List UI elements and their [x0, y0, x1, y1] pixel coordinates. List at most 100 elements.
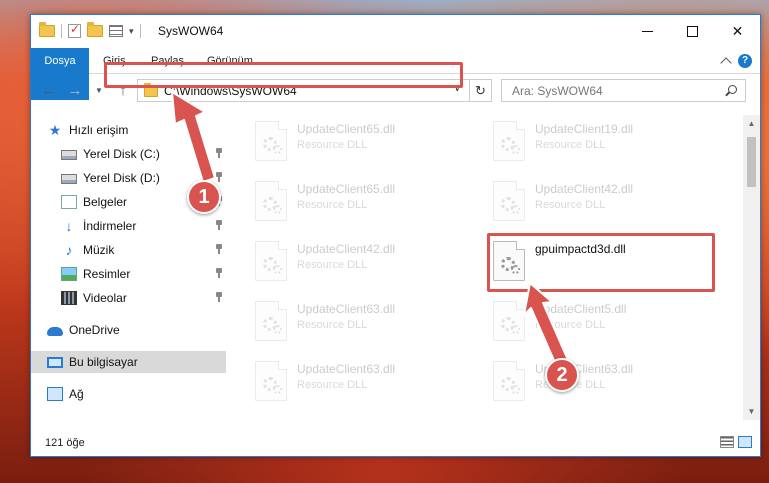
file-name: UpdateClient65.dll	[297, 182, 396, 196]
toolbar-divider	[61, 24, 62, 38]
dll-file-icon	[255, 361, 287, 401]
file-name: UpdateClient63.dll	[297, 302, 396, 316]
scroll-down-icon[interactable]: ▼	[743, 403, 760, 420]
dll-file-icon	[255, 301, 287, 341]
music-icon: ♪	[65, 242, 73, 258]
maximize-button[interactable]	[670, 15, 715, 47]
disk-icon	[61, 174, 77, 184]
ribbon-right-controls: ?	[720, 54, 752, 69]
file-type: Resource DLL	[297, 319, 368, 331]
scroll-thumb[interactable]	[747, 137, 756, 187]
folder-icon	[39, 22, 55, 37]
file-item[interactable]: UpdateClient42.dll Resource DLL	[251, 239, 471, 291]
file-item[interactable]: UpdateClient5.dll Resource DLL	[489, 299, 709, 351]
expand-ribbon-icon[interactable]	[720, 57, 732, 69]
sidebar-item-quick-access[interactable]: ★ Hızlı erişim	[31, 119, 226, 141]
dll-file-icon	[255, 241, 287, 281]
file-item[interactable]: UpdateClient65.dll Resource DLL	[251, 119, 471, 171]
scroll-up-icon[interactable]: ▲	[743, 115, 760, 132]
help-icon[interactable]: ?	[738, 54, 752, 68]
step-2-badge: 2	[545, 358, 579, 392]
sidebar-item-label: Yerel Disk (D:)	[83, 171, 160, 185]
dll-file-icon	[493, 361, 525, 401]
details-view-icon[interactable]	[720, 436, 734, 448]
file-type: Resource DLL	[535, 139, 606, 151]
search-icon[interactable]	[728, 85, 737, 94]
customize-toolbar-dropdown[interactable]: ▾	[129, 26, 134, 37]
dll-file-icon	[493, 301, 525, 341]
file-type: Resource DLL	[297, 199, 368, 211]
dll-file-icon	[255, 181, 287, 221]
sidebar-item-downloads[interactable]: ↓ İndirmeler	[31, 215, 226, 237]
cloud-icon	[47, 327, 63, 336]
close-button[interactable]: ✕	[715, 15, 760, 47]
forward-button[interactable]: →	[65, 81, 85, 101]
file-item[interactable]: UpdateClient63.dll Resource DLL	[489, 359, 709, 411]
vertical-scrollbar[interactable]: ▲ ▼	[743, 115, 760, 420]
sidebar-item-videos[interactable]: Videolar	[31, 287, 226, 309]
document-icon	[61, 195, 77, 209]
file-name: UpdateClient63.dll	[297, 362, 396, 376]
pin-icon	[216, 292, 222, 302]
view-icon[interactable]	[109, 25, 123, 37]
file-highlight-box	[487, 233, 715, 292]
sidebar-item-onedrive[interactable]: OneDrive	[31, 319, 226, 341]
sidebar-item-label: Ağ	[69, 387, 84, 401]
file-name: UpdateClient19.dll	[535, 122, 634, 136]
file-name: UpdateClient42.dll	[535, 182, 634, 196]
close-icon: ✕	[731, 22, 744, 39]
file-item[interactable]: UpdateClient63.dll Resource DLL	[251, 299, 471, 351]
pin-icon	[216, 268, 222, 278]
pin-icon	[216, 148, 222, 158]
file-name: UpdateClient65.dll	[297, 122, 396, 136]
file-name: UpdateClient5.dll	[535, 302, 627, 316]
download-icon: ↓	[65, 218, 73, 234]
network-icon	[47, 387, 63, 401]
title-bar: ▾ SysWOW64 ✕	[31, 15, 760, 47]
sidebar-item-pictures[interactable]: Resimler	[31, 263, 226, 285]
item-count: 121 öğe	[45, 437, 85, 449]
file-item[interactable]: UpdateClient19.dll Resource DLL	[489, 119, 709, 171]
refresh-button[interactable]: ↻	[469, 80, 491, 101]
sidebar-item-network[interactable]: Ağ	[31, 383, 226, 405]
dll-file-icon	[493, 181, 525, 221]
properties-icon[interactable]	[68, 22, 81, 38]
search-input[interactable]: Ara: SysWOW64	[501, 79, 746, 102]
file-item[interactable]: UpdateClient65.dll Resource DLL	[251, 179, 471, 231]
toolbar-divider	[139, 24, 141, 38]
pin-icon	[216, 220, 222, 230]
new-folder-icon[interactable]	[87, 22, 103, 37]
pin-icon	[216, 244, 222, 254]
file-type: Resource DLL	[297, 139, 368, 151]
large-icons-view-icon[interactable]	[738, 436, 752, 448]
dll-file-icon	[255, 121, 287, 161]
navigation-pane: ★ Hızlı erişim Yerel Disk (C:) Yerel Dis…	[31, 115, 226, 420]
maximize-icon	[687, 25, 698, 37]
pin-icon	[216, 172, 222, 182]
file-type: Resource DLL	[297, 379, 368, 391]
computer-icon	[47, 356, 63, 368]
file-item[interactable]: UpdateClient63.dll Resource DLL	[251, 359, 471, 411]
file-name: UpdateClient42.dll	[297, 242, 396, 256]
file-type: Resource DLL	[535, 199, 606, 211]
file-type: Resource DLL	[297, 259, 368, 271]
pictures-icon	[61, 267, 77, 281]
sidebar-item-this-pc[interactable]: Bu bilgisayar	[31, 351, 226, 373]
sidebar-item-label: Yerel Disk (C:)	[83, 147, 160, 161]
minimize-button[interactable]	[625, 15, 670, 47]
window-title: SysWOW64	[158, 24, 224, 38]
back-button[interactable]: ←	[39, 81, 59, 101]
view-switcher	[720, 436, 752, 448]
disk-icon	[61, 150, 77, 160]
address-highlight-box	[104, 62, 463, 88]
file-item[interactable]: UpdateClient42.dll Resource DLL	[489, 179, 709, 231]
sidebar-item-disk-c[interactable]: Yerel Disk (C:)	[31, 143, 226, 165]
sidebar-item-label: Müzik	[83, 243, 115, 257]
sidebar-item-label: Videolar	[83, 291, 127, 305]
star-icon: ★	[48, 122, 62, 138]
minimize-icon	[642, 30, 653, 32]
sidebar-item-label: OneDrive	[69, 323, 120, 337]
sidebar-item-label: Bu bilgisayar	[69, 355, 138, 369]
file-type: Resource DLL	[535, 319, 606, 331]
sidebar-item-music[interactable]: ♪ Müzik	[31, 239, 226, 261]
